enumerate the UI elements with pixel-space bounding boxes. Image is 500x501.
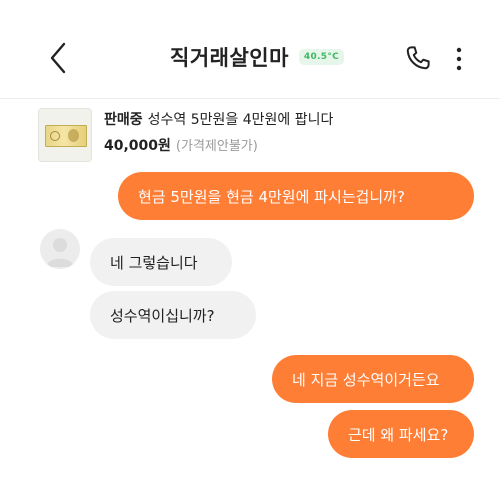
more-vertical-icon[interactable] bbox=[452, 44, 466, 74]
avatar[interactable] bbox=[40, 229, 80, 269]
outgoing-message: 근데 왜 파세요? bbox=[328, 410, 474, 458]
outgoing-message: 네 지금 성수역이거든요 bbox=[272, 355, 474, 403]
manner-temperature-badge: 40.5°C bbox=[298, 49, 345, 65]
phone-icon[interactable] bbox=[403, 42, 433, 74]
product-thumbnail bbox=[38, 108, 92, 162]
chat-partner-name: 직거래살인마 bbox=[170, 46, 289, 70]
product-summary[interactable]: 판매중 성수역 5만원을 4만원에 팝니다 40,000원 (가격제안불가) bbox=[38, 105, 478, 163]
chat-header: 직거래살인마 40.5°C bbox=[0, 0, 500, 100]
price-offer-note: (가격제안불가) bbox=[175, 139, 258, 154]
message-text: 네 지금 성수역이거든요 bbox=[292, 370, 440, 389]
incoming-message: 성수역이십니까? bbox=[90, 291, 256, 339]
product-title: 성수역 5만원을 4만원에 팝니다 bbox=[147, 112, 334, 128]
default-user-icon bbox=[46, 238, 74, 267]
banknote-image bbox=[45, 125, 87, 147]
chat-title-group: 직거래살인마 40.5°C bbox=[170, 40, 345, 74]
header-divider bbox=[0, 98, 500, 99]
message-text: 네 그렇습니다 bbox=[110, 253, 198, 272]
sale-status-label: 판매중 bbox=[104, 112, 143, 128]
product-price: 40,000원 bbox=[104, 138, 171, 154]
outgoing-message: 현금 5만원을 현금 4만원에 파시는겁니까? bbox=[118, 172, 474, 220]
message-text: 근데 왜 파세요? bbox=[348, 425, 449, 444]
product-price-line: 40,000원 (가격제안불가) bbox=[104, 135, 258, 155]
product-title-line: 판매중 성수역 5만원을 4만원에 팝니다 bbox=[104, 109, 333, 129]
message-text: 현금 5만원을 현금 4만원에 파시는겁니까? bbox=[138, 187, 405, 206]
incoming-message: 네 그렇습니다 bbox=[90, 238, 232, 286]
message-text: 성수역이십니까? bbox=[110, 306, 215, 325]
chevron-left-icon[interactable] bbox=[44, 40, 74, 76]
